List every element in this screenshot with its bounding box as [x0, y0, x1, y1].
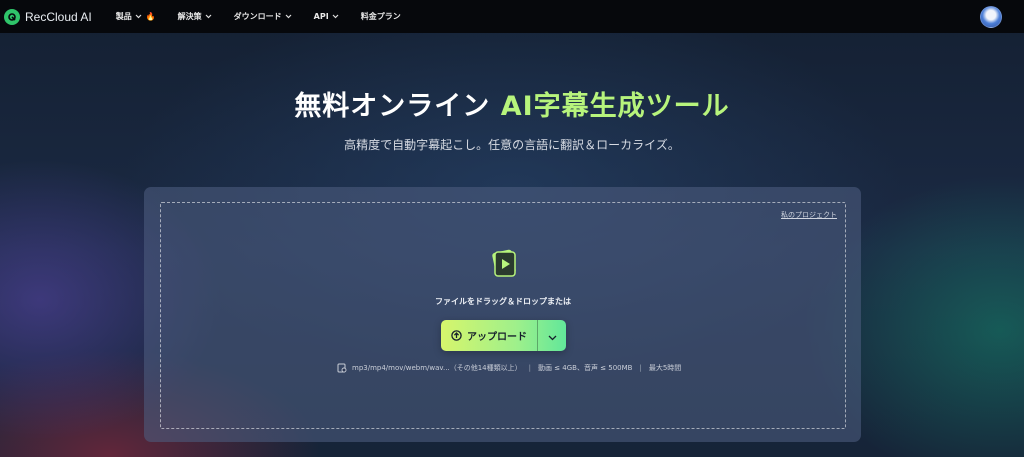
- chevron-down-icon: [205, 14, 212, 19]
- my-projects-link[interactable]: 私のプロジェクト: [781, 210, 837, 220]
- nav-item-api[interactable]: API: [314, 12, 339, 21]
- chevron-down-icon: [548, 326, 557, 345]
- user-avatar[interactable]: [980, 6, 1002, 28]
- chevron-down-icon: [285, 14, 292, 19]
- fire-icon: 🔥: [145, 12, 156, 21]
- top-navigation-bar: RecCloud AI 製品 🔥 解決策 ダウンロード API 料金プラン: [0, 0, 1024, 33]
- upload-button-group: アップロード: [441, 320, 566, 351]
- divider: |: [528, 364, 531, 372]
- title-main: 無料オンライン: [294, 91, 501, 122]
- drop-instruction: ファイルをドラッグ＆ドロップまたは: [435, 297, 571, 306]
- nav-item-solutions[interactable]: 解決策: [178, 11, 212, 22]
- upload-card: 私のプロジェクト ファイルをドラッグ＆ドロップまたは アップロード mp3/mp…: [144, 187, 861, 442]
- video-file-icon: [491, 248, 519, 282]
- brand-name: RecCloud AI: [25, 9, 92, 24]
- chevron-down-icon: [135, 14, 142, 19]
- upload-specs: mp3/mp4/mov/webm/wav...（その他14種類以上） | 動画 …: [337, 363, 681, 373]
- upload-arrow-icon: [451, 330, 462, 341]
- nav-item-download[interactable]: ダウンロード: [234, 11, 292, 22]
- upload-button[interactable]: アップロード: [441, 320, 537, 351]
- nav-item-label: 解決策: [177, 12, 202, 21]
- nav-item-label: 料金プラン: [360, 12, 401, 21]
- nav-item-label: 製品: [115, 12, 132, 21]
- size-limit: 動画 ≤ 4GB、音声 ≤ 500MB: [537, 364, 633, 372]
- nav-item-pricing[interactable]: 料金プラン: [361, 11, 401, 22]
- reccloud-logo-icon: [4, 8, 20, 25]
- supported-formats: mp3/mp4/mov/webm/wav...（その他14種類以上）: [352, 364, 522, 372]
- duration-limit: 最大5時間: [648, 364, 682, 372]
- nav-item-label: ダウンロード: [233, 12, 282, 21]
- file-dropzone[interactable]: 私のプロジェクト ファイルをドラッグ＆ドロップまたは アップロード mp3/mp…: [160, 202, 846, 429]
- page-subtitle: 高精度で自動字幕起こし。任意の言語に翻訳＆ローカライズ。: [344, 138, 680, 152]
- main-nav: 製品 🔥 解決策 ダウンロード API 料金プラン: [116, 11, 423, 22]
- upload-button-label: アップロード: [467, 332, 527, 343]
- file-format-icon: [337, 363, 347, 373]
- divider: |: [639, 364, 642, 372]
- nav-item-products[interactable]: 製品 🔥: [116, 11, 156, 22]
- chevron-down-icon: [332, 14, 339, 19]
- nav-item-label: API: [313, 12, 329, 21]
- upload-options-dropdown[interactable]: [537, 320, 566, 351]
- title-highlight: AI字幕生成ツール: [500, 91, 730, 122]
- brand-logo[interactable]: RecCloud AI: [4, 8, 92, 25]
- page-title: 無料オンライン AI字幕生成ツール: [0, 84, 1024, 123]
